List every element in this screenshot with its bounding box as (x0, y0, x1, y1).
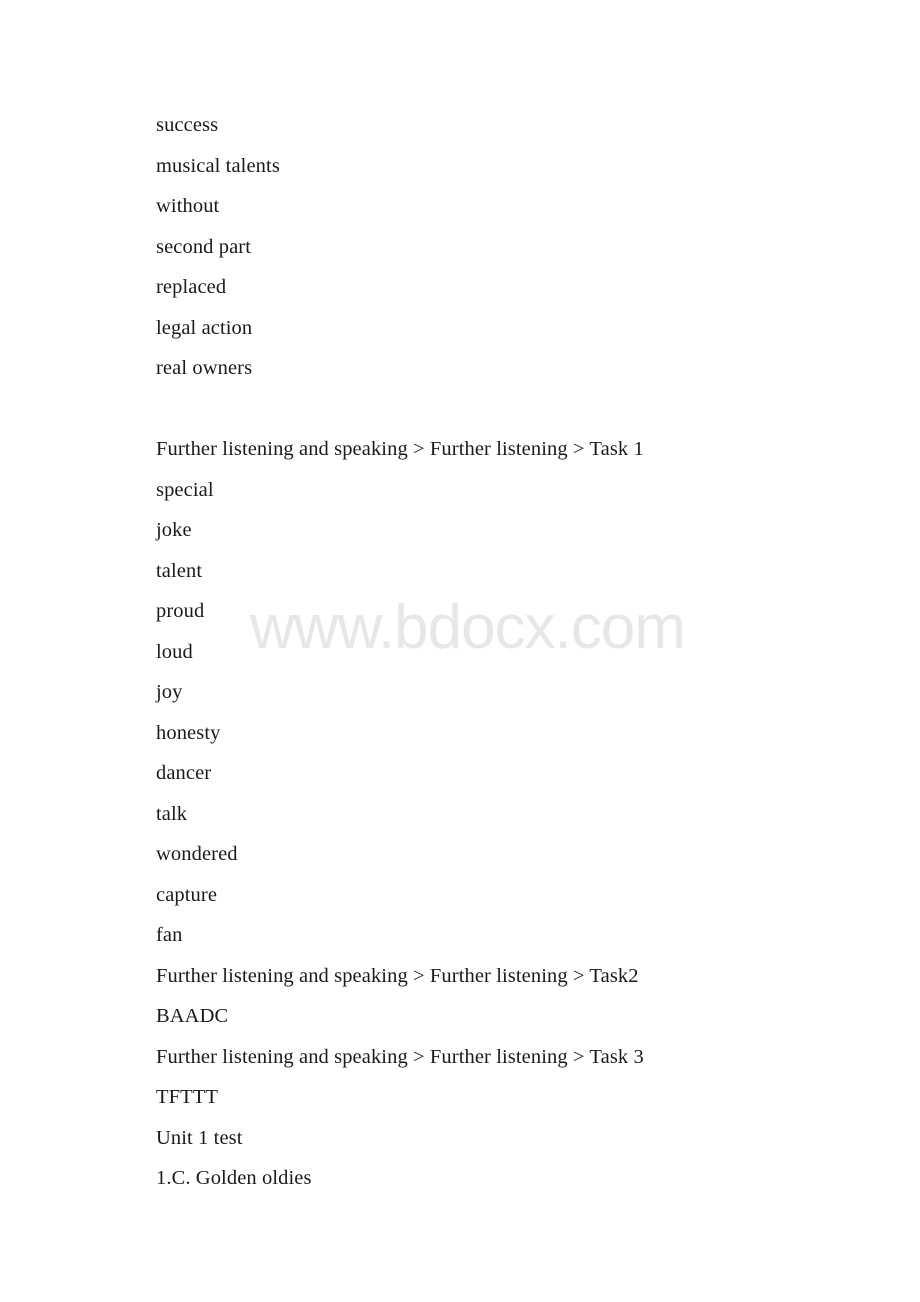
text-line-joke: joke (156, 519, 192, 541)
text-line-talent: talent (156, 559, 203, 582)
text-line-special: special (156, 478, 214, 501)
text-line-joy: joy (156, 681, 183, 703)
text-line-legal-action: legal action (156, 316, 253, 339)
text-line-success: success (156, 114, 219, 136)
section-heading-task-1: Further listening and speaking > Further… (156, 438, 644, 460)
blank-line-spacer (156, 389, 856, 430)
text-line-without: without (156, 195, 220, 217)
text-line-dancer: dancer (156, 762, 212, 784)
text-line-golden-oldies: 1.C. Golden oldies (156, 1167, 312, 1189)
text-line-loud: loud (156, 640, 193, 663)
text-line-baadc: BAADC (156, 1005, 229, 1027)
text-line-wondered: wondered (156, 843, 238, 865)
section-heading-task-3: Further listening and speaking > Further… (156, 1045, 644, 1068)
text-line-proud: proud (156, 600, 205, 622)
text-line-tfttt: TFTTT (156, 1086, 218, 1108)
document-page: www.bdocx.com success musical talents wi… (0, 0, 920, 1302)
section-heading-task-2: Further listening and speaking > Further… (156, 964, 639, 987)
section-heading-unit-1-test: Unit 1 test (156, 1126, 243, 1149)
text-line-fan: fan (156, 924, 183, 946)
document-text-body: success musical talents without second p… (156, 105, 856, 1199)
text-line-talk: talk (156, 802, 188, 825)
text-line-capture: capture (156, 883, 218, 906)
text-line-honesty: honesty (156, 721, 221, 744)
text-line-musical-talents: musical talents (156, 154, 280, 177)
text-line-second-part: second part (156, 235, 252, 258)
text-line-replaced: replaced (156, 276, 227, 298)
text-line-real-owners: real owners (156, 357, 253, 379)
